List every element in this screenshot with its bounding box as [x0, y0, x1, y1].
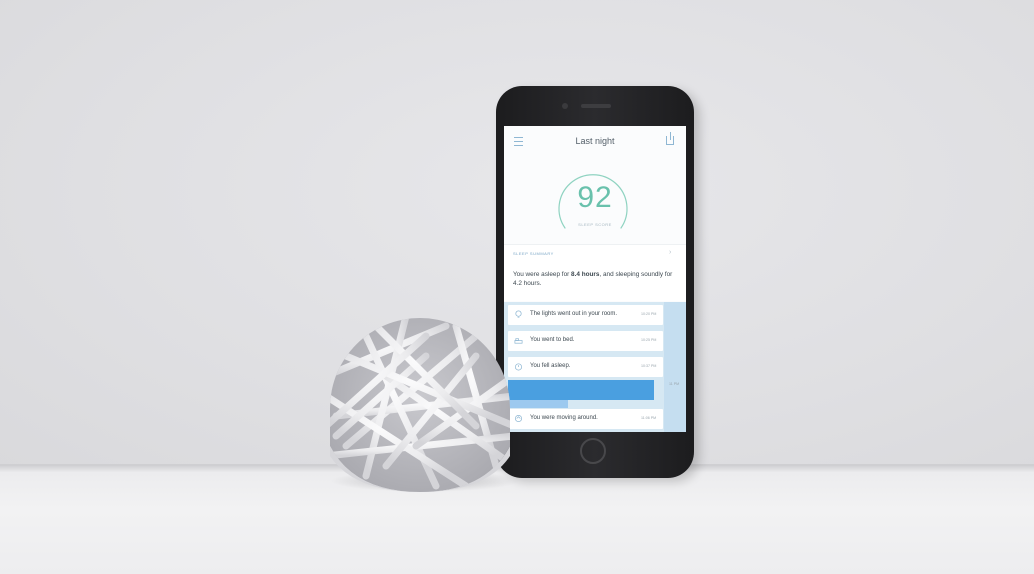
event-text: You were moving around. [530, 415, 598, 421]
summary-title: SLEEP SUMMARY [513, 251, 554, 256]
event-time: 10:25 PM [641, 338, 657, 342]
timeline-side-time: 11 PM [669, 382, 680, 386]
timeline-event[interactable]: You were moving around. 11:06 PM [508, 409, 663, 429]
earpiece-speaker [581, 104, 611, 108]
sleep-score-label: SLEEP SCORE [578, 222, 612, 227]
event-time: 10:20 PM [641, 312, 657, 316]
bed-icon [514, 338, 523, 344]
sleep-timeline: The lights went out in your room. 10:20 … [504, 302, 686, 432]
timeline-event[interactable]: You fell asleep. 10:37 PM [508, 357, 663, 377]
event-text: You went to bed. [530, 337, 575, 343]
sleep-score-value: 92 [577, 181, 613, 214]
chevron-right-icon: › [669, 249, 672, 256]
sleep-sensor-orb [330, 318, 510, 492]
app-title: Last night [575, 136, 615, 146]
summary-text-hours: 8.4 hours [571, 271, 600, 278]
event-time: 10:37 PM [641, 364, 657, 368]
front-camera [562, 103, 568, 109]
phone-screen: Last night 92 SLEEP SCORE SLEEP SUMMARY … [504, 126, 686, 432]
lightbulb-icon [515, 310, 522, 318]
motion-icon [514, 414, 523, 423]
sleep-summary-card[interactable]: SLEEP SUMMARY › You were asleep for 8.4 … [504, 244, 686, 301]
share-icon[interactable] [666, 132, 674, 145]
event-time: 11:06 PM [641, 416, 657, 420]
sleep-duration-bar [508, 380, 654, 400]
timeline-event[interactable]: The lights went out in your room. 10:20 … [508, 305, 663, 325]
timeline-strip [664, 302, 686, 432]
summary-text: You were asleep for 8.4 hours, and sleep… [513, 270, 673, 288]
timeline-event[interactable]: You went to bed. 10:25 PM [508, 331, 663, 351]
moon-clock-icon [514, 363, 523, 371]
event-text: The lights went out in your room. [530, 311, 618, 317]
summary-text-prefix: You were asleep for [513, 271, 572, 278]
deep-sleep-bar [508, 400, 568, 408]
app-header: Last night [504, 126, 686, 154]
event-text: You fell asleep. [530, 363, 571, 369]
home-button [580, 438, 606, 464]
smartphone: Last night 92 SLEEP SCORE SLEEP SUMMARY … [496, 86, 694, 478]
